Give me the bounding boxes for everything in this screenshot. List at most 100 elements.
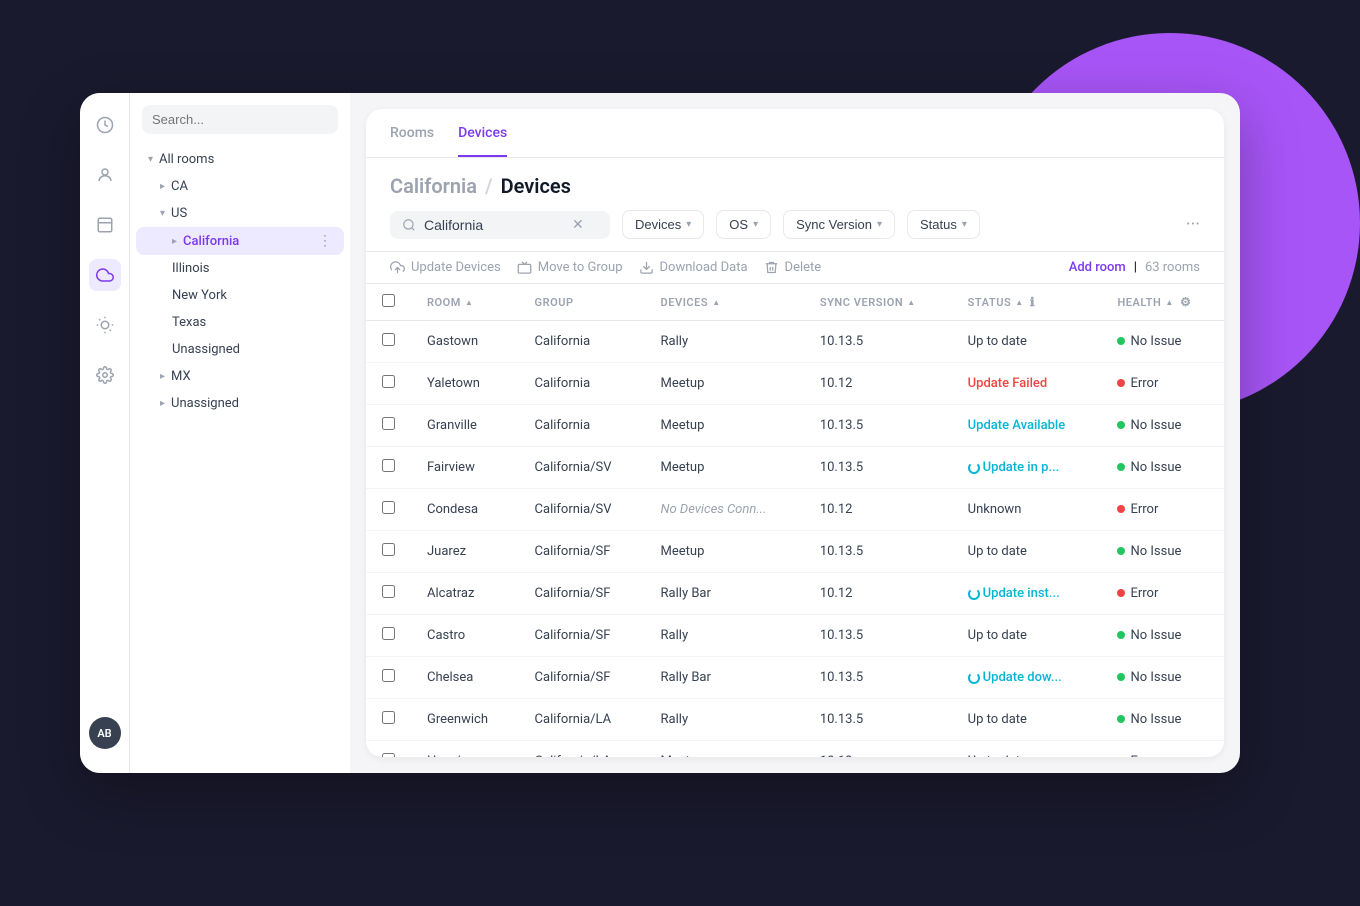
nav-item-mx[interactable]: ▸ MX [136,363,344,390]
nav-item-california[interactable]: ▸ California ⋮ [136,227,344,255]
spinner-icon [968,672,980,684]
cell-room: Greenwich [411,699,519,741]
filter-os-button[interactable]: OS ▾ [716,210,771,239]
breadcrumb-section[interactable]: California [390,174,477,198]
nav-item-all-rooms[interactable]: ▾ All rooms [136,146,344,173]
nav-item-unassigned[interactable]: ▸ Unassigned [136,390,344,417]
table-row[interactable]: HoosicCalifornia/LAMeetup10.12Up to date… [366,741,1224,758]
nav-icon-light[interactable] [89,309,121,341]
sort-status[interactable]: STATUS [968,296,1024,309]
cell-room: Hoosic [411,741,519,758]
breadcrumb-separator: / [485,174,493,198]
row-checkbox[interactable] [382,585,395,598]
row-checkbox[interactable] [382,459,395,472]
table-row[interactable]: GreenwichCalifornia/LARally10.13.5Up to … [366,699,1224,741]
nav-label: US [171,206,187,221]
row-checkbox[interactable] [382,333,395,346]
cell-sync-version: 10.12 [804,489,952,531]
nav-icon-rooms[interactable] [89,209,121,241]
status-text: Up to date [968,544,1027,559]
nav-item-unassigned-us[interactable]: Unassigned [136,336,344,363]
col-header-devices[interactable]: DEVICES [645,284,804,321]
status-text: Update in p... [968,460,1060,475]
cell-sync-version: 10.12 [804,741,952,758]
cell-health: Error [1101,573,1224,615]
sort-sync-version[interactable]: SYNC VERSION [820,296,916,309]
table-row[interactable]: JuarezCalifornia/SFMeetup10.13.5Up to da… [366,531,1224,573]
col-header-group[interactable]: GROUP [519,284,645,321]
search-input[interactable]: California [424,217,564,233]
nav-label: California [183,234,239,249]
row-checkbox[interactable] [382,543,395,556]
table-row[interactable]: GastownCaliforniaRally10.13.5Up to dateN… [366,321,1224,363]
table-row[interactable]: YaletownCaliforniaMeetup10.12Update Fail… [366,363,1224,405]
col-header-status[interactable]: STATUS ℹ [952,284,1102,321]
sort-devices[interactable]: DEVICES [661,296,721,309]
nav-label: New York [172,288,227,303]
nav-label: MX [171,369,191,384]
nav-item-new-york[interactable]: New York [136,282,344,309]
nav-item-illinois[interactable]: Illinois [136,255,344,282]
row-checkbox[interactable] [382,375,395,388]
spinner-icon [968,588,980,600]
row-checkbox[interactable] [382,753,395,757]
table-row[interactable]: GranvilleCaliforniaMeetup10.13.5Update A… [366,405,1224,447]
cell-health: No Issue [1101,321,1224,363]
select-all-checkbox[interactable] [382,294,395,307]
row-checkbox[interactable] [382,627,395,640]
col-header-room[interactable]: ROOM [411,284,519,321]
delete-button[interactable]: Delete [764,260,822,275]
nav-icon-cloud[interactable] [89,259,121,291]
status-info-icon[interactable]: ℹ [1030,295,1035,309]
nav-item-us[interactable]: ▾ US [136,200,344,227]
logo-icon[interactable] [89,109,121,141]
table-row[interactable]: AlcatrazCalifornia/SFRally Bar10.12Updat… [366,573,1224,615]
add-room-button[interactable]: Add room [1069,260,1126,275]
table-row[interactable]: ChelseaCalifornia/SFRally Bar10.13.5Upda… [366,657,1224,699]
search-clear-button[interactable]: ✕ [572,217,584,233]
update-devices-button[interactable]: Update Devices [390,260,501,275]
sort-health[interactable]: HEALTH [1117,296,1173,309]
nav-item-texas[interactable]: Texas [136,309,344,336]
select-all-header[interactable] [366,284,411,321]
row-checkbox[interactable] [382,417,395,430]
tab-rooms[interactable]: Rooms [390,109,434,157]
health-dot-icon [1117,715,1125,723]
move-to-group-button[interactable]: Move to Group [517,260,623,275]
cell-room: Gastown [411,321,519,363]
col-header-health[interactable]: HEALTH ⚙ [1101,284,1224,321]
download-data-button[interactable]: Download Data [639,260,748,275]
health-settings-icon[interactable]: ⚙ [1180,295,1191,309]
nav-icon-home[interactable] [89,159,121,191]
cell-status: Up to date [952,531,1102,573]
table-row[interactable]: CondesaCalifornia/SVNo Devices Conn...10… [366,489,1224,531]
row-checkbox[interactable] [382,501,395,514]
nav-label: Unassigned [172,342,240,357]
col-header-sync-version[interactable]: SYNC VERSION [804,284,952,321]
nav-item-ca[interactable]: ▸ CA [136,173,344,200]
filter-status-button[interactable]: Status ▾ [907,210,980,239]
sort-group[interactable]: GROUP [535,296,574,309]
user-avatar[interactable]: AB [89,717,121,749]
cell-status: Update inst... [952,573,1102,615]
filter-devices-button[interactable]: Devices ▾ [622,210,704,239]
health-badge: No Issue [1117,334,1181,349]
tab-devices[interactable]: Devices [458,109,507,157]
chevron-down-icon: ▾ [686,219,691,230]
nav-search-input[interactable] [142,105,338,134]
cell-devices: Rally [645,699,804,741]
table-row[interactable]: CastroCalifornia/SFRally10.13.5Up to dat… [366,615,1224,657]
sort-room[interactable]: ROOM [427,296,473,309]
filter-sync-version-button[interactable]: Sync Version ▾ [783,210,895,239]
three-dot-menu[interactable]: ⋮ [318,233,332,249]
more-options-button[interactable]: ··· [1186,214,1200,235]
row-checkbox[interactable] [382,711,395,724]
health-badge: No Issue [1117,544,1181,559]
health-text: No Issue [1130,544,1181,559]
nav-icon-settings[interactable] [89,359,121,391]
cell-sync-version: 10.13.5 [804,405,952,447]
row-checkbox[interactable] [382,669,395,682]
cell-health: No Issue [1101,405,1224,447]
health-dot-icon [1117,631,1125,639]
table-row[interactable]: FairviewCalifornia/SVMeetup10.13.5Update… [366,447,1224,489]
